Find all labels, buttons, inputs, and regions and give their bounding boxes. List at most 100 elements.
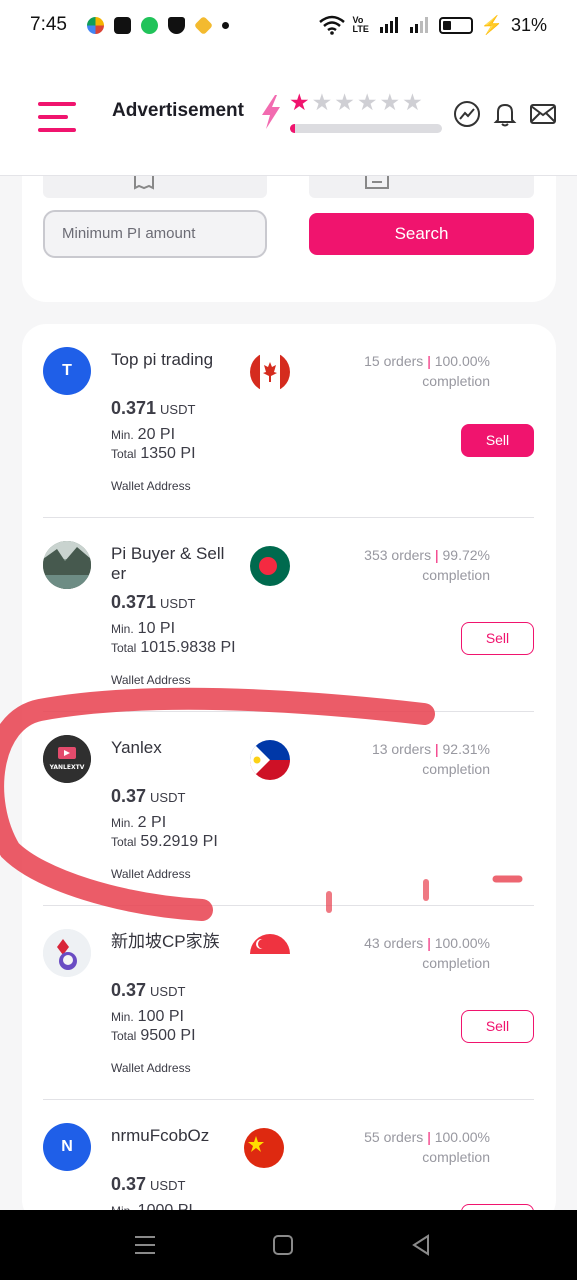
total-label: Total (111, 447, 137, 461)
min-label: Min. (111, 428, 134, 442)
price: 0.371 USDT (111, 398, 195, 419)
total-value: 59.2919 PI (140, 833, 218, 850)
completion-rate: 100.00% (434, 1129, 490, 1145)
total-label: Total (111, 835, 137, 849)
min-label: Min. (111, 816, 134, 830)
search-card: Minimum PI amount Search (22, 176, 556, 302)
price-value: 0.371 (111, 398, 157, 418)
system-nav-bar (0, 1210, 577, 1280)
order-count: 13 orders (371, 741, 432, 757)
list-item: Pi Buyer & Seller 353 orders | 99.72% co… (22, 518, 556, 712)
price-currency: USDT (150, 790, 186, 805)
completion-label: completion (422, 567, 490, 583)
price: 0.37 USDT (111, 980, 185, 1001)
bell-icon[interactable] (491, 100, 519, 128)
list-item: YANLEXTV Yanlex 13 orders | 92.31% compl… (22, 712, 556, 906)
total-amount: Total 1015.9838 PI (111, 639, 236, 657)
price-value: 0.37 (111, 1174, 147, 1194)
recents-icon[interactable] (133, 1234, 157, 1256)
price-value: 0.37 (111, 980, 147, 1000)
min-label: Min. (111, 622, 134, 636)
min-value: 10 PI (137, 620, 176, 637)
offer-list: T Top pi trading 15 orders | 100.00% com… (22, 324, 556, 1224)
menu-icon[interactable] (38, 100, 76, 134)
app-header: Advertisement ★ ★ ★ ★ ★ ★ (0, 50, 577, 176)
search-button[interactable]: Search (309, 213, 534, 255)
completion-rate: 100.00% (434, 353, 490, 369)
min-value: 20 PI (137, 426, 176, 443)
order-stats: 353 orders | 99.72% completion (322, 545, 490, 585)
singapore-flag-icon (250, 934, 290, 974)
binance-icon (193, 15, 214, 35)
status-time: 7:45 (30, 14, 67, 35)
price-currency: USDT (160, 402, 196, 417)
pinwheel-icon (86, 16, 104, 34)
filter-field-right[interactable] (309, 176, 534, 198)
price-value: 0.371 (111, 592, 157, 612)
order-count: 353 orders (364, 547, 432, 563)
order-stats: 43 orders | 100.00% completion (322, 933, 490, 973)
total-amount: Total 9500 PI (111, 1027, 196, 1045)
rating-progress-bar (290, 124, 442, 133)
trader-name[interactable]: 新加坡CP家族 (111, 932, 251, 952)
star-icon: ★ (289, 90, 310, 116)
lightning-bolt-icon (262, 95, 280, 129)
trader-name[interactable]: Top pi trading (111, 350, 231, 370)
bangladesh-flag-icon (250, 546, 290, 586)
avatar (43, 541, 91, 589)
price: 0.371 USDT (111, 592, 195, 613)
min-amount: Min. 2 PI (111, 814, 166, 832)
trader-name[interactable]: nrmuFcobOz (111, 1126, 251, 1146)
wallet-address-label: Wallet Address (111, 673, 191, 687)
list-item: T Top pi trading 15 orders | 100.00% com… (22, 324, 556, 518)
receipt-icon (134, 176, 154, 190)
minimum-pi-amount-input[interactable]: Minimum PI amount (43, 210, 267, 258)
system-status: Vo LTE ⚡ 31% (318, 15, 547, 36)
chart-icon[interactable] (453, 100, 481, 128)
ticket-icon (365, 176, 389, 189)
completion-label: completion (422, 955, 490, 971)
filter-field-left[interactable] (43, 176, 267, 198)
min-amount: Min. 20 PI (111, 426, 175, 444)
china-flag-icon (244, 1128, 284, 1168)
philippines-flag-icon (250, 740, 290, 780)
sell-button[interactable]: Sell (461, 1010, 534, 1043)
total-value: 9500 PI (140, 1027, 196, 1044)
list-item: N nrmuFcobOz 55 orders | 100.00% complet… (22, 1100, 556, 1224)
avatar-caption: YANLEXTV (49, 764, 85, 771)
star-icon: ★ (402, 90, 423, 116)
rating-stars: ★ ★ ★ ★ ★ ★ (289, 92, 423, 115)
total-label: Total (111, 641, 137, 655)
avatar: T (43, 347, 91, 395)
sell-button[interactable]: Sell (461, 622, 534, 655)
canada-flag-icon (250, 352, 290, 392)
order-stats: 55 orders | 100.00% completion (322, 1127, 490, 1167)
completion-rate: 92.31% (442, 741, 490, 757)
order-stats: 13 orders | 92.31% completion (322, 739, 490, 779)
completion-label: completion (422, 373, 490, 389)
shopping-bag-icon (113, 16, 131, 34)
price-currency: USDT (150, 1178, 186, 1193)
trader-name[interactable]: Pi Buyer & Seller (111, 544, 231, 584)
total-value: 1350 PI (140, 445, 196, 462)
price-value: 0.37 (111, 786, 147, 806)
mail-icon[interactable] (529, 100, 557, 128)
star-icon: ★ (334, 90, 355, 116)
completion-rate: 99.72% (442, 547, 490, 563)
total-label: Total (111, 1029, 137, 1043)
min-amount: Min. 10 PI (111, 620, 175, 638)
min-amount: Min. 100 PI (111, 1008, 184, 1026)
order-count: 55 orders (364, 1129, 424, 1145)
wallet-address-label: Wallet Address (111, 1061, 191, 1075)
back-icon[interactable] (410, 1234, 432, 1256)
min-value: 2 PI (137, 814, 167, 831)
shield-icon (167, 16, 185, 34)
star-icon: ★ (379, 90, 401, 116)
order-stats: 15 orders | 100.00% completion (322, 351, 490, 391)
sell-button[interactable]: Sell (461, 424, 534, 457)
wallet-address-label: Wallet Address (111, 479, 191, 493)
trader-name[interactable]: Yanlex (111, 738, 231, 758)
list-item: 新加坡CP家族 43 orders | 100.00% completion 0… (22, 906, 556, 1100)
completion-label: completion (422, 1149, 490, 1165)
home-icon[interactable] (272, 1234, 294, 1256)
